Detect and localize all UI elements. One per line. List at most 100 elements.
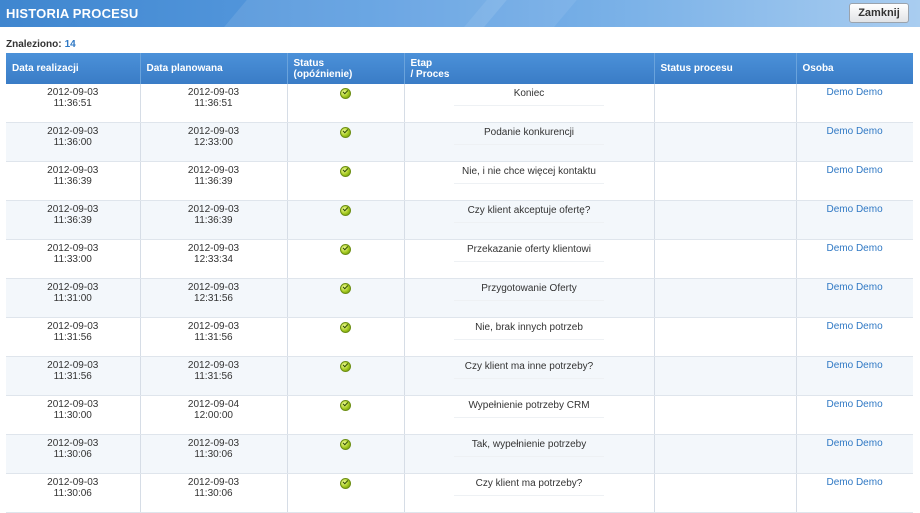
person-cell: Demo Demo [796, 84, 913, 123]
planned-date-cell: 2012-09-03 11:30:06 [140, 473, 288, 513]
status-cell [287, 122, 405, 162]
realization-time: 11:31:56 [53, 371, 92, 382]
status-cell [287, 239, 405, 279]
realization-date: 2012-09-03 [47, 321, 99, 332]
planned-time: 11:30:06 [194, 449, 233, 460]
process-status-cell [654, 473, 797, 513]
table-row: 2012-09-03 11:33:00 2012-09-03 12:33:34 Prze… [6, 239, 913, 279]
realization-date: 2012-09-03 [47, 165, 99, 176]
realization-date: 2012-09-03 [47, 87, 99, 98]
person-cell: Demo Demo [796, 200, 913, 240]
stage-cell: Tak, wypełnienie potrzeby [404, 434, 655, 474]
check-ok-icon [340, 244, 351, 255]
process-status-cell [654, 122, 797, 162]
realization-date-cell: 2012-09-03 11:31:56 [6, 356, 141, 396]
planned-date-cell: 2012-09-03 11:36:39 [140, 161, 288, 201]
person-cell: Demo Demo [796, 473, 913, 513]
planned-date: 2012-09-03 [187, 165, 240, 176]
planned-date-cell: 2012-09-03 11:31:56 [140, 317, 288, 357]
column-header-process-status[interactable]: Status procesu [654, 53, 797, 84]
stage-cell: Koniec [404, 84, 655, 123]
stage-name: Przekazanie oferty klientowi [467, 244, 591, 255]
stage-name: Koniec [513, 88, 545, 99]
stage-name: Wypełnienie potrzeby CRM [468, 400, 590, 411]
person-link[interactable]: Demo Demo [827, 240, 883, 254]
person-link[interactable]: Demo Demo [827, 435, 883, 449]
history-table-container: Data realizacji Data planowana Status (op… [6, 53, 913, 513]
stage-name: Nie, i nie chce więcej kontaktu [462, 166, 596, 177]
planned-time: 11:36:39 [194, 176, 233, 187]
planned-time: 12:31:56 [194, 293, 233, 304]
realization-date: 2012-09-03 [47, 282, 99, 293]
status-cell [287, 317, 405, 357]
window-header: HISTORIA PROCESU Zamknij [0, 0, 920, 27]
stage-divider [454, 417, 604, 418]
stage-divider [454, 222, 604, 223]
table-row: 2012-09-03 11:36:00 2012-09-03 12:33:00 Poda… [6, 122, 913, 162]
table-row: 2012-09-03 11:36:39 2012-09-03 11:36:39 Czy … [6, 200, 913, 240]
table-row: 2012-09-03 11:31:56 2012-09-03 11:31:56 Czy … [6, 356, 913, 396]
page-title: HISTORIA PROCESU [6, 6, 139, 21]
stage-cell: Nie, i nie chce więcej kontaktu [404, 161, 655, 201]
table-row: 2012-09-03 11:30:06 2012-09-03 11:30:06 Tak,… [6, 434, 913, 474]
realization-time: 11:31:56 [53, 332, 92, 343]
planned-date-cell: 2012-09-04 12:00:00 [140, 395, 288, 435]
table-row: 2012-09-03 11:36:51 2012-09-03 11:36:51 Koni… [6, 84, 913, 123]
person-cell: Demo Demo [796, 122, 913, 162]
realization-date-cell: 2012-09-03 11:30:00 [6, 395, 141, 435]
person-link[interactable]: Demo Demo [827, 396, 883, 410]
stage-divider [454, 339, 604, 340]
planned-date: 2012-09-03 [187, 438, 240, 449]
planned-date: 2012-09-03 [187, 204, 240, 215]
stage-divider [454, 378, 604, 379]
person-cell: Demo Demo [796, 239, 913, 279]
person-link[interactable]: Demo Demo [827, 318, 883, 332]
table-row: 2012-09-03 11:31:00 2012-09-03 12:31:56 Przy… [6, 278, 913, 318]
person-link[interactable]: Demo Demo [827, 279, 883, 293]
planned-time: 11:31:56 [194, 332, 233, 343]
person-link[interactable]: Demo Demo [827, 357, 883, 371]
realization-date: 2012-09-03 [47, 438, 99, 449]
stage-name: Czy klient ma inne potrzeby? [464, 361, 594, 372]
table-row: 2012-09-03 11:36:39 2012-09-03 11:36:39 Nie,… [6, 161, 913, 201]
person-link[interactable]: Demo Demo [827, 201, 883, 215]
person-cell: Demo Demo [796, 356, 913, 396]
realization-time: 11:30:06 [53, 449, 92, 460]
person-link[interactable]: Demo Demo [827, 123, 883, 137]
close-button[interactable]: Zamknij [849, 3, 909, 23]
check-ok-icon [340, 166, 351, 177]
realization-date: 2012-09-03 [47, 360, 99, 371]
realization-date-cell: 2012-09-03 11:33:00 [6, 239, 141, 279]
column-header-person[interactable]: Osoba [796, 53, 913, 84]
stage-name: Czy klient akceptuje ofertę? [467, 205, 591, 216]
check-ok-icon [340, 322, 351, 333]
person-link[interactable]: Demo Demo [827, 162, 883, 176]
column-header-status[interactable]: Status (opóźnienie) [287, 53, 405, 84]
realization-date-cell: 2012-09-03 11:36:51 [6, 84, 141, 123]
person-link[interactable]: Demo Demo [827, 474, 883, 488]
person-link[interactable]: Demo Demo [827, 84, 883, 98]
planned-date-cell: 2012-09-03 11:31:56 [140, 356, 288, 396]
check-ok-icon [340, 283, 351, 294]
found-count: 14 [64, 39, 76, 50]
stage-cell: Czy klient ma potrzeby? [404, 473, 655, 513]
planned-time: 11:36:51 [194, 98, 233, 109]
status-cell [287, 200, 405, 240]
process-status-cell [654, 278, 797, 318]
check-ok-icon [340, 439, 351, 450]
realization-time: 11:36:51 [53, 98, 92, 109]
realization-date: 2012-09-03 [47, 204, 99, 215]
check-ok-icon [340, 478, 351, 489]
planned-date-cell: 2012-09-03 11:30:06 [140, 434, 288, 474]
column-header-stage[interactable]: Etap / Proces [404, 53, 655, 84]
realization-date-cell: 2012-09-03 11:30:06 [6, 473, 141, 513]
planned-time: 12:33:34 [194, 254, 233, 265]
planned-date: 2012-09-03 [187, 360, 240, 371]
column-header-planned-date[interactable]: Data planowana [140, 53, 288, 84]
planned-date-cell: 2012-09-03 12:31:56 [140, 278, 288, 318]
stage-cell: Przygotowanie Oferty [404, 278, 655, 318]
column-header-realization-date[interactable]: Data realizacji [6, 53, 141, 84]
planned-time: 12:33:00 [194, 137, 233, 148]
planned-date: 2012-09-03 [187, 321, 240, 332]
results-count: Znaleziono: 14 [6, 39, 76, 50]
